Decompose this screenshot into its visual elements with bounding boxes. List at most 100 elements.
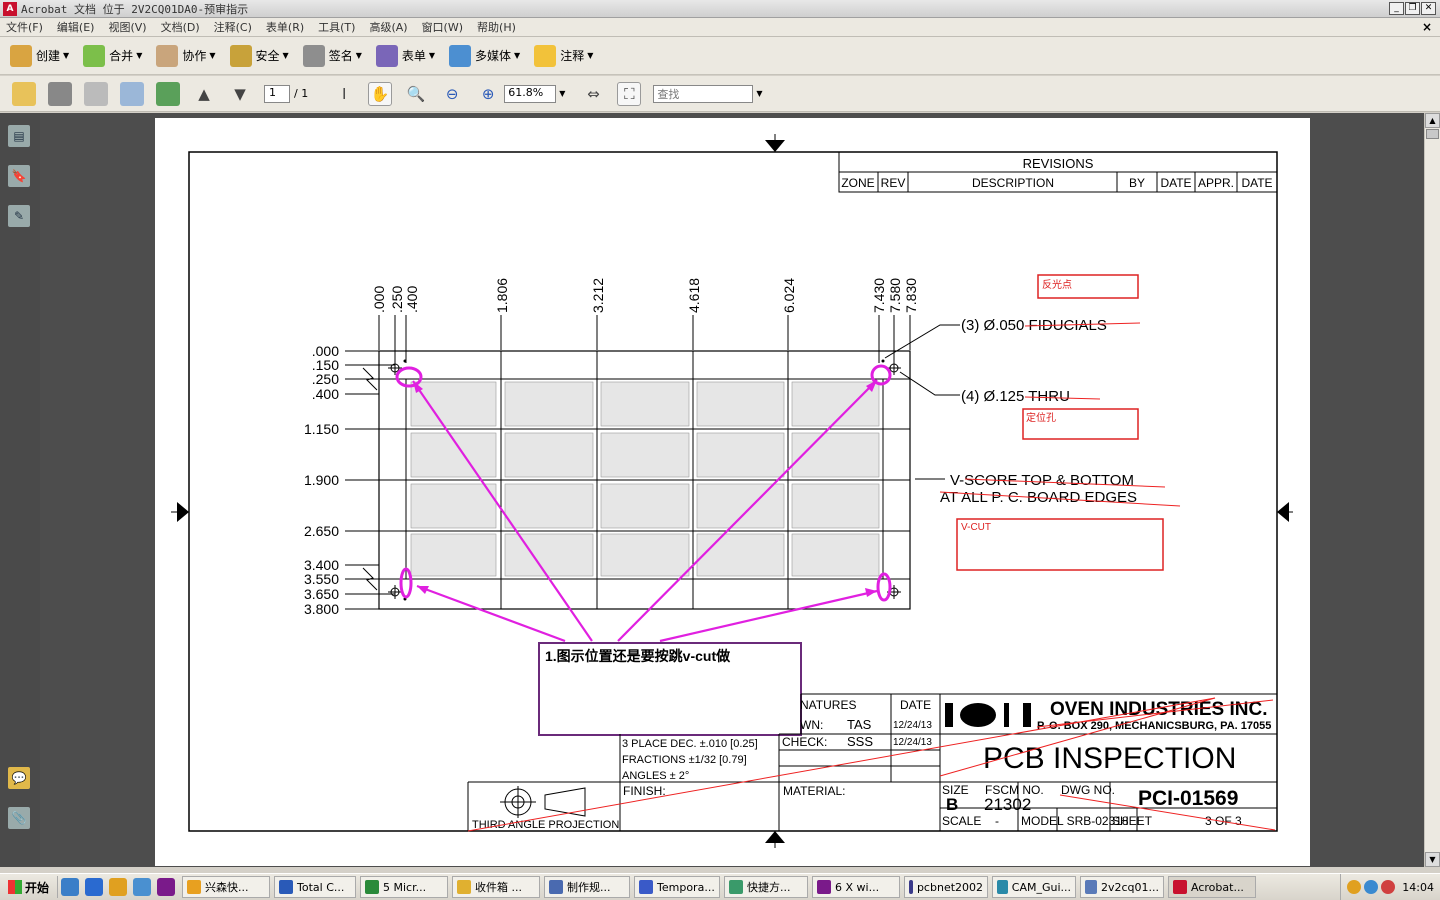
start-button[interactable]: 开始 <box>0 876 59 898</box>
taskbar-item[interactable]: 快捷方... <box>724 876 809 898</box>
vertical-scrollbar[interactable]: ▲ ▼ <box>1424 113 1440 867</box>
quick-launch-icon[interactable] <box>133 878 152 896</box>
print-icon[interactable] <box>48 81 72 106</box>
y-dim: 3.650 <box>304 586 339 602</box>
menu-window[interactable]: 窗口(W) <box>416 19 471 35</box>
menu-forms[interactable]: 表单(R) <box>260 19 312 35</box>
y-dim: 1.150 <box>304 421 339 437</box>
rev-header-appr: APPR. <box>1198 176 1234 190</box>
highlight-ellipse[interactable] <box>876 572 892 602</box>
forms-button[interactable]: 表单 ▼ <box>375 44 435 67</box>
menu-file[interactable]: 文件(F) <box>0 19 51 35</box>
collaborate-button[interactable]: 协作 ▼ <box>156 44 216 67</box>
pages-panel-icon[interactable]: ▤ <box>8 125 30 147</box>
taskbar-item[interactable]: Tempora... <box>634 876 721 898</box>
finish-label: FINISH: <box>623 784 666 798</box>
fscm-value: 21302 <box>984 795 1031 814</box>
chevron-down-icon: ▼ <box>514 51 521 60</box>
multimedia-button[interactable]: 多媒体 ▼ <box>449 44 521 67</box>
scale-value: - <box>995 814 999 828</box>
x-dim: 7.580 <box>887 278 903 313</box>
task-toolbar: 创建 ▼ 合并 ▼ 协作 ▼ 安全 ▼ 签名 ▼ 表单 ▼ 多媒体 ▼ 注释 ▼ <box>0 37 1440 75</box>
tolerance-angles: ANGLES ± 2° <box>622 770 689 782</box>
taskbar-item[interactable]: CAM_Gui... <box>992 876 1077 898</box>
taskbar-item[interactable]: 兴森快... <box>182 876 271 898</box>
comment-fiducial-text: 反光点 <box>1042 278 1072 291</box>
taskbar-item[interactable]: 6 X wi... <box>812 876 901 898</box>
menu-comments[interactable]: 注释(C) <box>208 19 260 35</box>
restore-button[interactable]: ❐ <box>1405 2 1420 15</box>
scroll-thumb[interactable] <box>1426 129 1439 139</box>
fit-width-icon[interactable]: ⇔ <box>581 82 605 106</box>
zoom-dropdown-icon[interactable]: ▼ <box>559 89 565 98</box>
quick-launch-icon[interactable] <box>61 878 80 896</box>
size-value: B <box>946 795 958 814</box>
taskbar-item[interactable]: pcbnet2002 <box>904 876 989 898</box>
drawn-by: TAS <box>847 717 872 732</box>
zoom-out-icon[interactable]: ⊖ <box>440 82 464 106</box>
close-button[interactable]: ✕ <box>1421 2 1436 15</box>
taskbar-item[interactable]: 制作规... <box>544 876 631 898</box>
outlook-icon[interactable] <box>109 878 128 896</box>
save-icon[interactable] <box>84 81 108 106</box>
ie-icon[interactable] <box>85 878 104 896</box>
menu-advanced[interactable]: 高级(A) <box>363 19 415 35</box>
create-button[interactable]: 创建 ▼ <box>10 44 70 67</box>
minimize-button[interactable]: _ <box>1389 2 1404 15</box>
pcb-drawing: REVISIONS ZONE REV DESCRIPTION BY DATE A… <box>171 134 1293 848</box>
projection-label: THIRD ANGLE PROJECTION <box>472 819 619 831</box>
chevron-down-icon: ▼ <box>209 51 216 60</box>
taskbar-item[interactable]: 收件箱 ... <box>452 876 541 898</box>
taskbar-item-active[interactable]: Acrobat... <box>1168 876 1257 898</box>
page-number-input[interactable]: 1 <box>264 84 290 103</box>
attachments-panel-icon[interactable]: 📎 <box>8 807 30 829</box>
hand-tool-icon[interactable]: ✋ <box>368 81 393 106</box>
tolerance-fractions: FRACTIONS ±1/32 [0.79] <box>622 754 747 766</box>
bookmarks-panel-icon[interactable]: 🔖 <box>8 165 30 187</box>
tray-icon[interactable] <box>1347 880 1362 894</box>
scale-label: SCALE <box>942 814 981 828</box>
y-dim: 1.900 <box>304 472 339 488</box>
taskbar-item[interactable]: 2v2cq01... <box>1080 876 1165 898</box>
fit-page-icon[interactable]: ⛶ <box>617 81 642 106</box>
tray-icon[interactable] <box>1364 880 1379 894</box>
zoom-in-icon[interactable]: ⊕ <box>476 82 500 106</box>
zoom-tool-icon[interactable]: 🔍 <box>404 82 428 106</box>
menu-tools[interactable]: 工具(T) <box>312 19 363 35</box>
menu-edit[interactable]: 编辑(E) <box>51 19 103 35</box>
previous-page-icon[interactable]: ▲ <box>192 82 216 106</box>
x-dim: 6.024 <box>781 278 797 313</box>
signatures-panel-icon[interactable]: ✎ <box>8 205 30 227</box>
zoom-level-input[interactable]: 61.8% <box>504 84 557 103</box>
taskbar-item[interactable]: Total C... <box>274 876 357 898</box>
combine-button[interactable]: 合并 ▼ <box>83 44 142 67</box>
open-folder-icon[interactable] <box>12 81 36 106</box>
secure-button[interactable]: 安全 ▼ <box>229 44 289 67</box>
app-icon <box>279 880 294 894</box>
quick-launch-icon[interactable] <box>157 878 176 896</box>
x-dim: .250 <box>389 286 405 313</box>
acrobat-app-icon: A <box>3 1 17 16</box>
email-icon[interactable] <box>120 81 144 106</box>
menu-document[interactable]: 文档(D) <box>155 19 208 35</box>
highlight-ellipse[interactable] <box>395 366 423 388</box>
find-input[interactable]: 查找 <box>653 84 754 103</box>
taskbar-item[interactable]: 5 Micr... <box>360 876 449 898</box>
scroll-down-icon[interactable]: ▼ <box>1425 852 1440 867</box>
rev-header-by: BY <box>1129 176 1145 190</box>
title-bar: A Acrobat 文档 位于 2V2CQ01DA0-预审指示 _ ❐ ✕ <box>0 0 1440 18</box>
select-text-icon[interactable]: I <box>332 82 356 106</box>
comments-panel-icon[interactable]: 💬 <box>8 767 30 789</box>
tray-icon[interactable] <box>1381 880 1396 894</box>
chevron-down-icon: ▼ <box>63 51 70 60</box>
find-dropdown-icon[interactable]: ▼ <box>756 89 762 98</box>
scroll-up-icon[interactable]: ▲ <box>1425 113 1440 128</box>
word-icon <box>639 880 654 894</box>
next-page-icon[interactable]: ▼ <box>228 82 252 106</box>
globe-icon[interactable] <box>156 81 180 106</box>
menu-view[interactable]: 视图(V) <box>102 19 154 35</box>
sign-button[interactable]: 签名 ▼ <box>302 44 362 67</box>
document-close-icon[interactable]: × <box>1422 20 1432 34</box>
comment-button[interactable]: 注释 ▼ <box>534 44 593 67</box>
menu-help[interactable]: 帮助(H) <box>471 19 524 35</box>
